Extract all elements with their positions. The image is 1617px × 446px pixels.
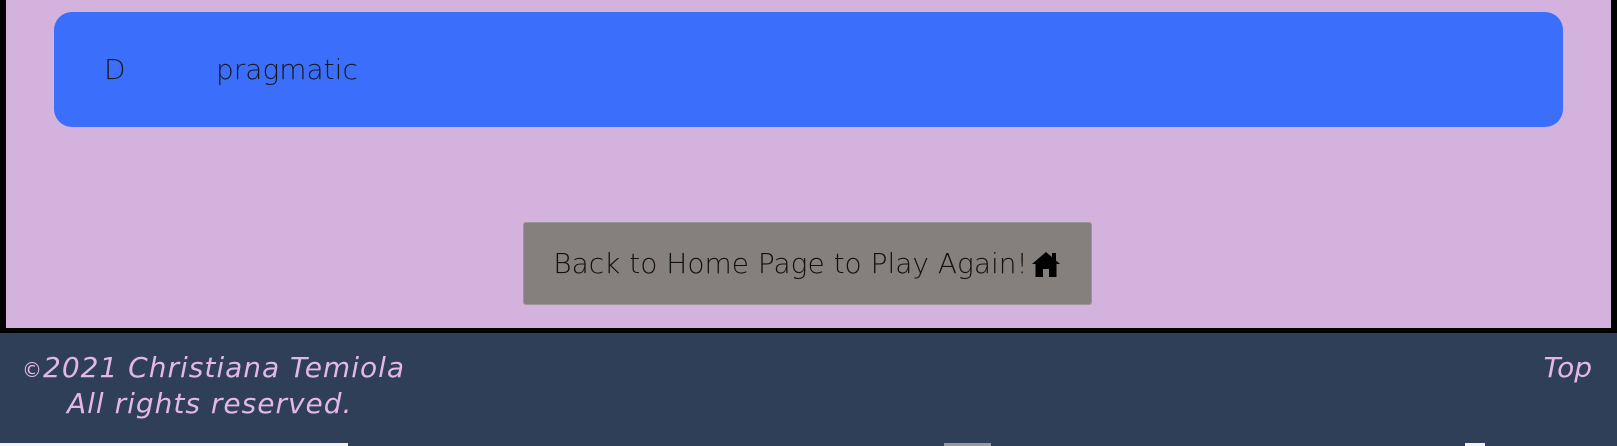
answer-text: pragmatic (216, 53, 358, 86)
home-button-label: Back to Home Page to Play Again! (553, 247, 1028, 280)
copyright-line: ©2021 Christiana Temiola (22, 351, 405, 384)
quiz-results-panel: D pragmatic Back to Home Page to Play Ag… (0, 0, 1617, 333)
home-icon (1031, 251, 1060, 277)
rights-reserved-text: All rights reserved. (67, 387, 353, 420)
copyright-text: 2021 Christiana Temiola (43, 351, 406, 384)
copyright-symbol: © (22, 358, 43, 382)
answer-option-d[interactable]: D pragmatic (54, 12, 1563, 127)
back-to-home-button[interactable]: Back to Home Page to Play Again! (523, 222, 1092, 305)
answer-letter: D (104, 53, 126, 86)
page-footer: ©2021 Christiana Temiola All rights rese… (0, 333, 1617, 446)
top-link[interactable]: Top (1543, 351, 1592, 384)
